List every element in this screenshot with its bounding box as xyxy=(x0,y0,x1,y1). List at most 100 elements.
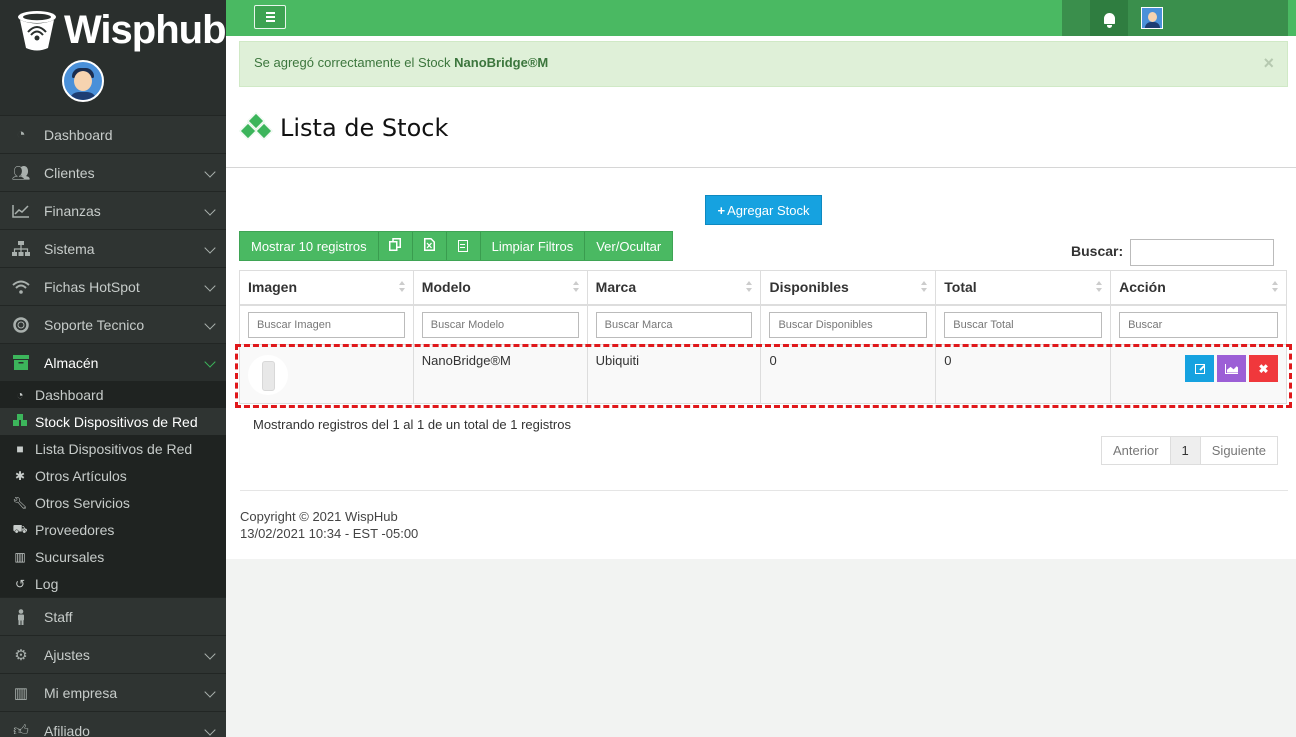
sidebar-subitem-otros-articulos[interactable]: ✱ Otros Artículos xyxy=(0,462,226,489)
sidebar-item-sistema[interactable]: Sistema xyxy=(0,229,226,267)
cell-imagen xyxy=(239,344,414,404)
sidebar-subitem-sucursales[interactable]: ▥ Sucursales xyxy=(0,543,226,570)
column-header-total[interactable]: Total xyxy=(935,270,1112,306)
cell-total: 0 xyxy=(935,344,1112,404)
edit-button[interactable] xyxy=(1185,355,1214,382)
sidebar-item-clientes[interactable]: 👥︎ Clientes xyxy=(0,153,226,191)
history-icon: ↺ xyxy=(14,576,26,591)
pdf-export-button[interactable] xyxy=(447,232,481,260)
sidebar-item-dashboard[interactable]: ◔ Dashboard xyxy=(0,115,226,153)
divider xyxy=(226,167,1296,168)
sort-icon xyxy=(398,281,405,293)
sort-icon xyxy=(1272,281,1278,293)
plus-icon: + xyxy=(717,202,726,218)
add-stock-label: Agregar Stock xyxy=(727,202,810,218)
sidebar-item-label: Mi empresa xyxy=(44,684,118,701)
sidebar-subitem-proveedores[interactable]: ⛟ Proveedores xyxy=(0,516,226,543)
toggle-columns-button[interactable]: Ver/Ocultar xyxy=(585,232,672,260)
menu-toggle-button[interactable] xyxy=(254,5,286,29)
records-info: Mostrando registros del 1 al 1 de un tot… xyxy=(253,417,571,432)
chevron-down-icon xyxy=(204,686,216,698)
sidebar-item-ajustes[interactable]: ⚙ Ajustes xyxy=(0,635,226,673)
excel-file-icon xyxy=(423,238,435,254)
notifications-bell-icon[interactable] xyxy=(1090,0,1128,36)
sidebar-subitem-otros-servicios[interactable]: 🔧︎ Otros Servicios xyxy=(0,489,226,516)
user-avatar-button[interactable] xyxy=(1141,7,1163,29)
search-input[interactable] xyxy=(1130,239,1274,266)
gear-icon: ⚙ xyxy=(14,646,28,664)
sidebar: Wisphub ◔ Dashboard 👥︎ Clientes Finanzas… xyxy=(0,0,226,737)
sidebar-item-label: Dashboard xyxy=(44,126,113,143)
sidebar-item-finanzas[interactable]: Finanzas xyxy=(0,191,226,229)
sidebar-item-staff[interactable]: Staff xyxy=(0,597,226,635)
sidebar-item-fichas-hotspot[interactable]: Fichas HotSpot xyxy=(0,267,226,305)
sidebar-item-mi-empresa[interactable]: ▥ Mi empresa xyxy=(0,673,226,711)
truck-icon: ⛟ xyxy=(12,521,28,536)
add-stock-button[interactable]: + Agregar Stock xyxy=(705,195,822,225)
alert-text: Se agregó correctamente el Stock xyxy=(254,55,455,70)
sidebar-item-afiliado[interactable]: 👍︎ Afiliado xyxy=(0,711,226,737)
pagination: Anterior 1 Siguiente xyxy=(1101,436,1278,465)
delete-button[interactable]: ✖ xyxy=(1249,355,1278,382)
table-row: NanoBridge®M Ubiquiti 0 0 ✖ xyxy=(239,344,1287,404)
dashboard-icon: ◔ xyxy=(16,387,24,402)
prev-page-button[interactable]: Anterior xyxy=(1102,437,1171,464)
copyright-text: Copyright © 2021 WispHub xyxy=(240,509,398,524)
page-1-button[interactable]: 1 xyxy=(1170,437,1201,464)
lifebuoy-icon xyxy=(10,316,32,334)
cell-marca: Ubiquiti xyxy=(586,344,762,404)
sidebar-item-label: Finanzas xyxy=(44,202,101,219)
file-text-icon xyxy=(458,240,469,252)
column-header-modelo[interactable]: Modelo xyxy=(412,270,588,306)
logo[interactable]: Wisphub xyxy=(0,0,226,60)
brand-name: Wisphub xyxy=(64,7,226,52)
archive-icon xyxy=(10,354,32,372)
cell-accion: ✖ xyxy=(1110,344,1287,404)
chevron-down-icon xyxy=(204,648,216,660)
sidebar-item-almacen[interactable]: Almacén xyxy=(0,343,226,381)
male-icon xyxy=(10,608,32,626)
chevron-down-icon xyxy=(204,356,216,368)
column-header-imagen[interactable]: Imagen xyxy=(239,270,414,306)
column-header-disponibles[interactable]: Disponibles xyxy=(760,270,937,306)
sidebar-item-label: Sistema xyxy=(44,240,95,257)
main-content: Se agregó correctamente el Stock NanoBri… xyxy=(226,36,1296,559)
sidebar-subitem-dashboard[interactable]: ◔ Dashboard xyxy=(0,381,226,408)
filter-accion-input[interactable]: Buscar xyxy=(1119,311,1278,338)
edit-icon xyxy=(1194,363,1205,374)
stock-table: Imagen Modelo Marca Disponibles Total Ac… xyxy=(239,270,1287,404)
excel-export-button[interactable] xyxy=(413,232,447,260)
sidebar-subitem-lista-dispositivos[interactable]: ■ Lista Dispositivos de Red xyxy=(0,435,226,462)
table-toolbar: Mostrar 10 registros Limpiar Filtros Ver… xyxy=(239,231,674,261)
sidebar-item-label: Ajustes xyxy=(44,646,90,663)
sidebar-item-label: Fichas HotSpot xyxy=(44,278,140,295)
footer-timestamp: 13/02/2021 10:34 - EST -05:00 xyxy=(240,526,419,541)
asterisk-icon: ✱ xyxy=(14,468,26,483)
column-header-marca[interactable]: Marca xyxy=(586,270,762,306)
show-records-button[interactable]: Mostrar 10 registros xyxy=(240,232,379,260)
clear-filters-button[interactable]: Limpiar Filtros xyxy=(481,232,586,260)
chevron-down-icon xyxy=(204,204,216,216)
sidebar-item-soporte-tecnico[interactable]: Soporte Tecnico xyxy=(0,305,226,343)
filter-total-input[interactable]: Buscar Total xyxy=(944,311,1103,338)
column-header-accion[interactable]: Acción xyxy=(1110,270,1287,306)
filter-disponibles-input[interactable]: Buscar Disponibles xyxy=(769,311,928,338)
footer: Copyright © 2021 WispHub 13/02/2021 10:3… xyxy=(240,508,418,542)
sidebar-subitem-stock-dispositivos[interactable]: Stock Dispositivos de Red xyxy=(0,408,226,435)
avatar[interactable] xyxy=(62,60,104,102)
device-thumbnail[interactable] xyxy=(248,355,288,395)
close-icon: ✖ xyxy=(1258,361,1269,376)
filter-imagen-input[interactable]: Buscar Imagen xyxy=(248,311,405,338)
wisphub-logo-icon xyxy=(16,8,60,52)
filter-marca-input[interactable]: Buscar Marca xyxy=(595,311,753,338)
sort-icon xyxy=(572,281,579,293)
copy-icon xyxy=(389,238,402,254)
sidebar-subitem-log[interactable]: ↺ Log xyxy=(0,570,226,597)
copy-button[interactable] xyxy=(379,232,413,260)
next-page-button[interactable]: Siguiente xyxy=(1200,437,1277,464)
wifi-icon xyxy=(10,278,32,296)
building-icon: ▥ xyxy=(14,549,26,564)
filter-modelo-input[interactable]: Buscar Modelo xyxy=(421,311,579,338)
close-icon[interactable]: × xyxy=(1263,53,1274,74)
stats-button[interactable] xyxy=(1217,355,1246,382)
